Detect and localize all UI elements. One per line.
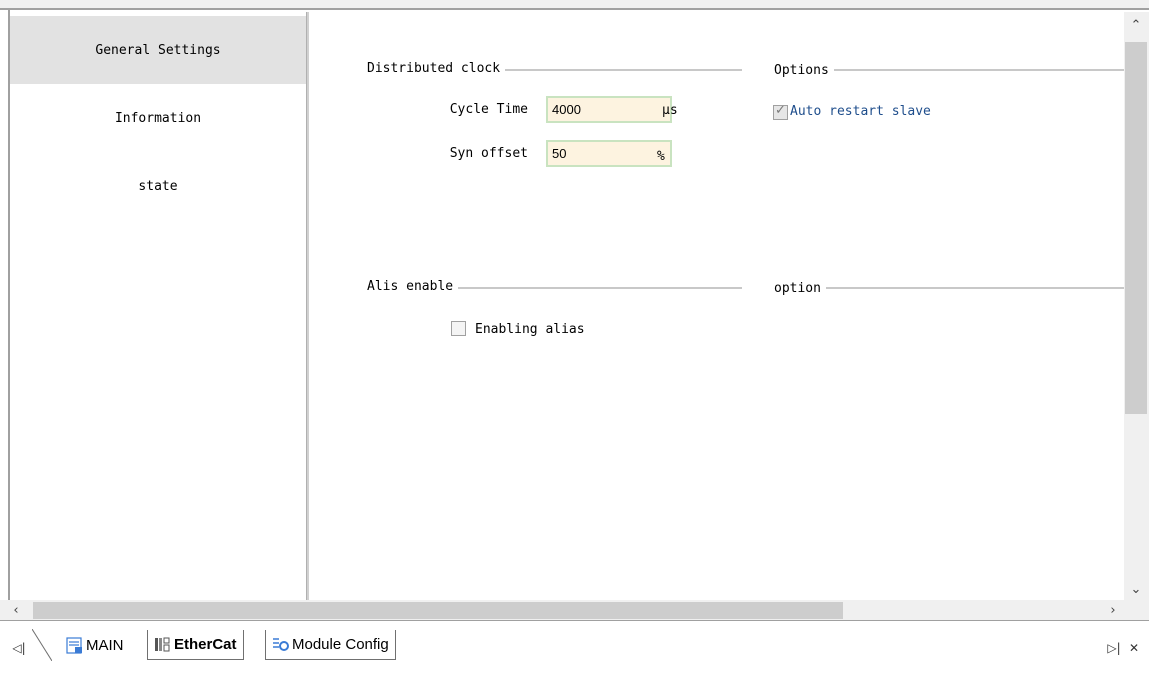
sidebar-item-label: General Settings — [95, 42, 221, 58]
sidebar-item-state[interactable]: state — [10, 152, 306, 220]
horizontal-scrollbar-thumb[interactable] — [33, 602, 843, 619]
option-group-title: option — [774, 281, 826, 296]
scroll-right-arrow-icon[interactable]: › — [1103, 601, 1123, 619]
cycle-time-unit: μs — [662, 103, 678, 118]
tab-main[interactable]: MAIN — [60, 630, 130, 660]
scroll-down-arrow-icon[interactable]: ⌄ — [1124, 578, 1148, 600]
scroll-left-arrow-icon[interactable]: ‹ — [6, 601, 26, 619]
sidebar: General Settings Information state — [10, 12, 306, 600]
distributed-clock-group-title: Distributed clock — [367, 61, 506, 76]
tab-label: EtherCat — [174, 636, 237, 653]
sidebar-item-general-settings[interactable]: General Settings — [10, 16, 306, 84]
sidebar-item-information[interactable]: Information — [10, 84, 306, 152]
program-icon — [66, 636, 83, 654]
panel-splitter[interactable] — [306, 12, 309, 600]
enabling-alias-label: Enabling alias — [475, 322, 585, 337]
syn-offset-input[interactable] — [546, 140, 672, 167]
module-config-icon — [272, 636, 289, 653]
close-tab-icon[interactable]: ✕ — [1125, 637, 1143, 659]
cycle-time-label: Cycle Time — [449, 102, 528, 117]
tab-label: Module Config — [292, 636, 389, 653]
option-group-line — [775, 287, 1124, 289]
tab-label: MAIN — [86, 636, 124, 654]
syn-offset-label: Syn offset — [449, 146, 528, 161]
ethercat-icon — [154, 636, 171, 653]
sidebar-item-label: state — [138, 178, 178, 194]
auto-restart-slave-checkbox[interactable] — [773, 103, 788, 120]
syn-offset-unit: % — [657, 149, 665, 164]
sidebar-item-label: Information — [114, 110, 202, 126]
tab-module-config[interactable]: Module Config — [265, 630, 396, 660]
cycle-time-input[interactable] — [546, 96, 672, 123]
tab-scroll-right-icon[interactable]: ▷| — [1105, 637, 1123, 659]
scroll-up-arrow-icon[interactable]: ⌃ — [1124, 14, 1148, 36]
tab-slant-decoration — [32, 629, 52, 661]
auto-restart-slave-label: Auto restart slave — [790, 104, 931, 119]
options-group-title: Options — [774, 63, 834, 78]
vertical-scrollbar-thumb[interactable] — [1125, 42, 1147, 414]
alias-group-title: Alis enable — [367, 279, 459, 294]
tab-scroll-left-icon[interactable]: ◁| — [10, 637, 28, 659]
window-top-border — [0, 0, 1149, 10]
enabling-alias-checkbox[interactable] — [451, 321, 466, 336]
tab-ethercat[interactable]: EtherCat — [147, 630, 244, 660]
